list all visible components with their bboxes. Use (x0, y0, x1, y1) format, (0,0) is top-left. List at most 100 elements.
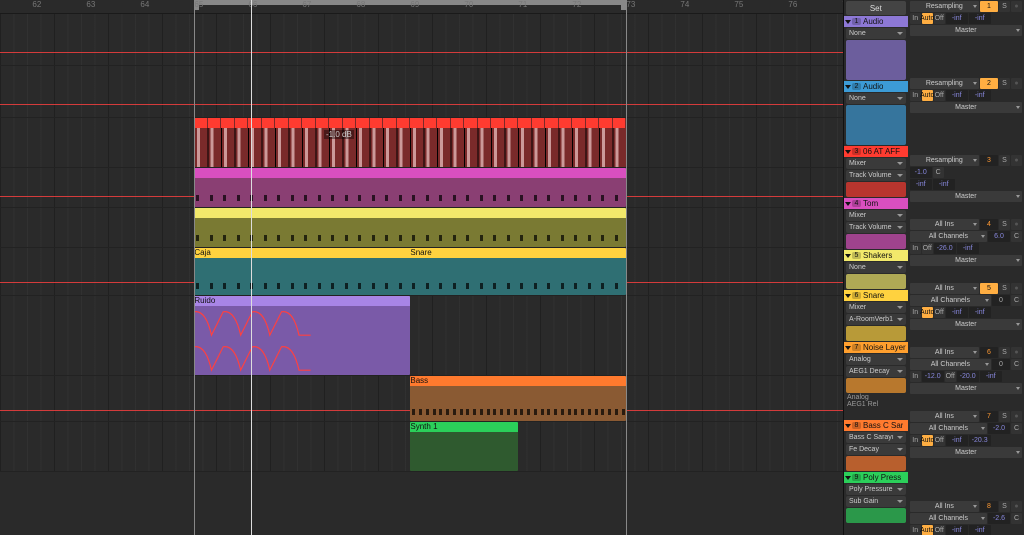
track-routing-dropdown[interactable]: Bass C Sarayı (846, 432, 906, 443)
value-box[interactable]: 0 (992, 359, 1010, 370)
track-activator[interactable]: 5 (980, 283, 998, 294)
bar-tick[interactable]: 76 (788, 0, 797, 9)
track-color-swatch[interactable] (846, 105, 906, 145)
track-routing-dropdown[interactable]: Sub Gain (846, 496, 906, 507)
track-routing-dropdown[interactable]: AEG1 Decay (846, 366, 906, 377)
io-dropdown[interactable]: All Channels (910, 423, 987, 434)
track-routing-dropdown[interactable]: Mixer (846, 210, 906, 221)
input-type-dropdown[interactable]: All Ins (910, 219, 979, 230)
loop-end-marker[interactable] (626, 0, 627, 535)
bar-tick[interactable]: 67 (302, 0, 311, 9)
value-box[interactable]: -inf (980, 371, 1002, 382)
track-header[interactable]: 9Poly Press (844, 472, 908, 483)
monitor-off-button[interactable]: Off (922, 243, 933, 254)
monitor-auto-button[interactable]: Auto (922, 435, 933, 446)
track-header[interactable]: 7Noise Layer (844, 342, 908, 353)
track-lane[interactable] (0, 14, 843, 66)
track-color-swatch[interactable] (846, 378, 906, 393)
bar-tick[interactable]: 62 (32, 0, 41, 9)
track-name[interactable]: Noise Layer (863, 343, 906, 352)
value-box[interactable]: -inf (969, 13, 991, 24)
bar-tick[interactable]: 65 (194, 0, 203, 9)
track-routing-dropdown[interactable]: Fe Decay (846, 444, 906, 455)
track-activator[interactable]: 4 (980, 219, 998, 230)
value-box[interactable]: -inf (946, 307, 968, 318)
track-header[interactable]: 4Tom (844, 198, 908, 209)
pan-value[interactable]: C (933, 167, 944, 178)
value-box[interactable]: -2.6 (988, 513, 1010, 524)
bar-tick[interactable]: 70 (464, 0, 473, 9)
track-routing-dropdown[interactable]: None (846, 28, 906, 39)
track-name[interactable]: Audio (863, 82, 883, 91)
track-lane[interactable] (0, 208, 843, 248)
value-box[interactable]: -1.0 (910, 167, 932, 178)
track-routing-dropdown[interactable]: A-RoomVerb1 (846, 314, 906, 325)
track-header[interactable]: 8Bass C Sar (844, 420, 908, 431)
track-lane[interactable] (0, 66, 843, 118)
monitor-off-button[interactable]: Off (934, 13, 945, 24)
collapse-icon[interactable] (845, 254, 851, 258)
clip[interactable] (194, 208, 626, 247)
arm-button[interactable]: ● (1011, 155, 1022, 166)
input-type-dropdown[interactable]: All Ins (910, 283, 979, 294)
arm-button[interactable]: ● (1011, 501, 1022, 512)
pan-value[interactable]: C (1011, 231, 1022, 242)
arrangement-view[interactable]: 62636465666768697071727374757677 -1.0 dB… (0, 0, 843, 535)
monitor-in-button[interactable]: In (910, 243, 921, 254)
bar-tick[interactable]: 64 (140, 0, 149, 9)
value-box[interactable]: -inf (946, 525, 968, 535)
bar-tick[interactable]: 68 (356, 0, 365, 9)
value-box[interactable]: -2.0 (988, 423, 1010, 434)
solo-button[interactable]: S (999, 219, 1010, 230)
track-color-swatch[interactable] (846, 274, 906, 289)
bar-tick[interactable]: 69 (410, 0, 419, 9)
solo-button[interactable]: S (999, 1, 1010, 12)
track-routing-dropdown[interactable]: None (846, 262, 906, 273)
arm-button[interactable]: ● (1011, 78, 1022, 89)
bar-tick[interactable]: 74 (680, 0, 689, 9)
bar-tick[interactable]: 75 (734, 0, 743, 9)
collapse-icon[interactable] (845, 150, 851, 154)
track-lane[interactable]: Bass (0, 376, 843, 422)
input-type-dropdown[interactable]: Resampling (910, 78, 979, 89)
value-box[interactable]: -12.0 (922, 371, 944, 382)
track-routing-dropdown[interactable]: None (846, 93, 906, 104)
value-box[interactable]: -26.0 (934, 243, 956, 254)
monitor-auto-button[interactable]: Auto (922, 525, 933, 535)
io-dropdown[interactable]: All Channels (910, 359, 991, 370)
monitor-in-button[interactable]: In (910, 371, 921, 382)
input-type-dropdown[interactable]: All Ins (910, 347, 979, 358)
playhead[interactable] (251, 0, 252, 535)
bar-tick[interactable]: 66 (248, 0, 257, 9)
solo-button[interactable]: S (999, 347, 1010, 358)
value-box[interactable]: 6.0 (988, 231, 1010, 242)
solo-button[interactable]: S (999, 411, 1010, 422)
value-box[interactable]: -inf (910, 179, 932, 190)
track-header[interactable]: 2Audio (844, 81, 908, 92)
monitor-off-button[interactable]: Off (945, 371, 956, 382)
monitor-auto-button[interactable]: Auto (922, 13, 933, 24)
track-lane[interactable]: Ruido (0, 296, 843, 376)
bar-tick[interactable]: 63 (86, 0, 95, 9)
value-box[interactable]: -inf (969, 90, 991, 101)
track-activator[interactable]: 2 (980, 78, 998, 89)
monitor-off-button[interactable]: Off (934, 307, 945, 318)
set-button[interactable]: Set (846, 1, 906, 15)
arm-button[interactable]: ● (1011, 283, 1022, 294)
clip[interactable] (194, 118, 626, 167)
monitor-off-button[interactable]: Off (934, 90, 945, 101)
io-dropdown[interactable]: All Channels (910, 295, 991, 306)
track-activator[interactable]: 1 (980, 1, 998, 12)
value-box[interactable]: -inf (957, 243, 979, 254)
track-name[interactable]: 06 AT AFF (863, 147, 900, 156)
track-activator[interactable]: 3 (980, 155, 998, 166)
automation-line[interactable] (0, 104, 843, 105)
track-activator[interactable]: 6 (980, 347, 998, 358)
input-type-dropdown[interactable]: Resampling (910, 1, 979, 12)
track-header[interactable]: 306 AT AFF (844, 146, 908, 157)
collapse-icon[interactable] (845, 85, 851, 89)
track-color-swatch[interactable] (846, 234, 906, 249)
value-box[interactable]: -inf (969, 307, 991, 318)
clip[interactable] (410, 376, 626, 421)
value-box[interactable]: -20.3 (969, 435, 991, 446)
